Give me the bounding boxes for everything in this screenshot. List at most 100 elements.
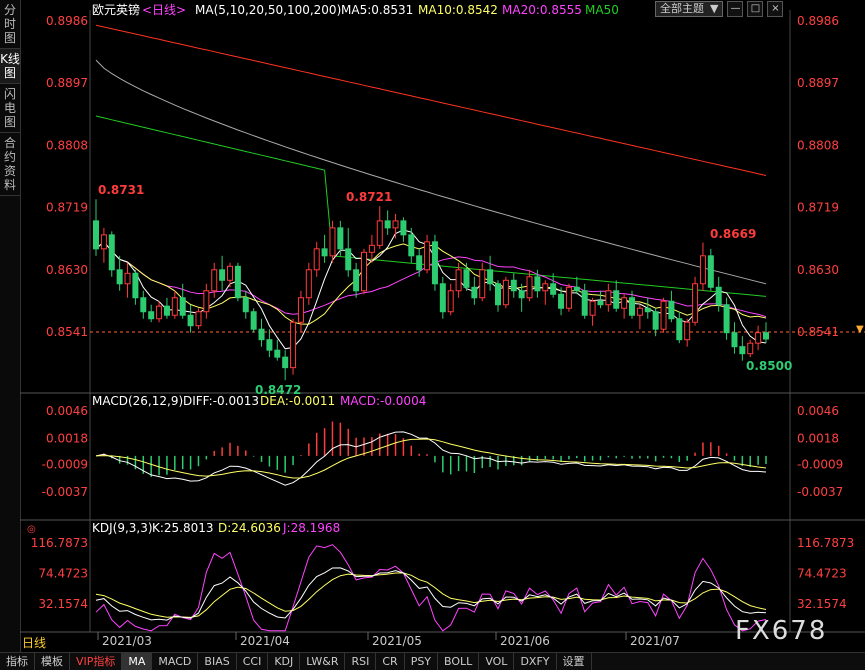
macd-dea-line	[95, 438, 767, 479]
candle-body	[605, 290, 612, 306]
kdj-label: KDJ(9,3,3)	[92, 521, 153, 535]
indicator-tab[interactable]: PSY	[405, 653, 439, 670]
price-tick-right: 0.8630	[797, 263, 839, 277]
candle-body	[219, 269, 226, 281]
price-tick-right: 0.8719	[797, 201, 839, 215]
indicator-tab[interactable]: 设置	[557, 653, 592, 670]
tab-contract-info[interactable]: 合约资料	[0, 133, 20, 196]
candle-body	[581, 290, 588, 316]
candle-body	[676, 318, 683, 341]
ma5-line	[95, 229, 767, 350]
indicator-tab[interactable]: CCI	[237, 653, 269, 670]
candle-body	[636, 307, 643, 316]
candle-body	[431, 241, 438, 285]
candle-body	[337, 227, 344, 250]
candle-body	[550, 283, 557, 295]
minimize-button[interactable]: —	[727, 1, 744, 17]
candle-body	[479, 269, 486, 299]
candle-body	[376, 220, 383, 246]
candle-body	[163, 305, 170, 316]
candle-body	[739, 346, 746, 355]
indicator-tab[interactable]: 指标	[0, 653, 35, 670]
candle-body	[652, 311, 659, 330]
candle-body	[495, 283, 501, 306]
indicator-tab[interactable]: DXFY	[514, 653, 557, 670]
ma50-value: MA50	[585, 3, 619, 17]
ma10-line	[95, 241, 767, 325]
price-tick-left: 0.8719	[46, 201, 88, 215]
ma50-line	[95, 115, 767, 297]
indicator-tab[interactable]: BOLL	[438, 653, 480, 670]
candle-body	[502, 279, 509, 306]
candle-body	[156, 305, 163, 320]
candle-body	[187, 314, 194, 327]
theme-select[interactable]: 全部主题 ▼	[655, 1, 724, 17]
candle-body	[384, 220, 391, 229]
candle-body	[668, 300, 675, 320]
sidebar: 分时图 K线图 闪电图 合约资料	[0, 0, 21, 669]
candle-body	[227, 265, 233, 281]
candle-body	[439, 283, 446, 313]
date-axis: 2021/03 2021/04 2021/05 2021/06 2021/07	[97, 632, 680, 648]
candles	[93, 199, 769, 381]
indicator-tab[interactable]: MACD	[152, 653, 199, 670]
candle-body	[266, 339, 273, 351]
candle-body	[424, 241, 431, 271]
ma-params: MA(5,10,20,50,100,200)	[195, 3, 341, 17]
period-label: <日线>	[142, 3, 186, 17]
price-tick-left: 0.8808	[46, 138, 88, 152]
candle-body	[124, 272, 131, 285]
ma-lines	[95, 24, 767, 350]
ma20-line	[95, 241, 767, 318]
macd-tick-left: 0.0046	[46, 404, 88, 418]
macd-diff: DIFF:-0.0013	[183, 394, 259, 408]
candle-body	[534, 276, 541, 292]
indicator-tab[interactable]: RSI	[345, 653, 377, 670]
macd-tick-left: 0.0018	[46, 431, 88, 445]
indicator-tab[interactable]: 模板	[35, 653, 70, 670]
tab-lightning[interactable]: 闪电图	[0, 84, 20, 133]
ma200-line	[95, 24, 767, 176]
current-price-arrow-icon: ▼	[856, 324, 864, 335]
candle-body	[148, 311, 155, 320]
indicator-tab[interactable]: VIP指标	[70, 653, 123, 670]
indicator-tab[interactable]: MA	[122, 653, 153, 670]
candle-body	[731, 332, 738, 348]
annotation-high-3: 0.8669	[710, 227, 756, 241]
price-tick-right: 0.8808	[797, 138, 839, 152]
macd-tick-right: 0.0046	[797, 404, 839, 418]
price-tick-left: 0.8897	[46, 76, 88, 90]
kdj-k: K:25.8013	[152, 521, 214, 535]
indicator-tab[interactable]: VOL	[479, 653, 515, 670]
restore-button[interactable]: □	[747, 1, 764, 17]
candle-body	[692, 283, 699, 323]
macd-tick-right: 0.0018	[797, 431, 839, 445]
kdj-lines	[95, 544, 767, 632]
candle-body	[297, 297, 304, 323]
tab-kline[interactable]: K线图	[0, 49, 20, 84]
indicator-tab[interactable]: KDJ	[268, 653, 301, 670]
period-selector[interactable]: 日线	[22, 634, 46, 651]
candle-body	[597, 300, 604, 306]
candle-body	[234, 265, 241, 299]
candle-body	[116, 269, 123, 285]
candle-body	[542, 283, 549, 292]
indicator-tab[interactable]: BIAS	[198, 653, 237, 670]
candle-body	[723, 304, 730, 334]
kdj-axis: 116.7873 116.7873 74.4723 74.4723 32.1574 32.…	[31, 536, 855, 611]
kdj-k-line	[95, 567, 767, 621]
candle-body	[573, 286, 580, 292]
macd-lines	[95, 431, 767, 486]
candle-body	[747, 342, 754, 355]
indicator-tab[interactable]: LW&R	[300, 653, 346, 670]
kdj-j-line	[95, 544, 767, 632]
candle-body	[558, 293, 565, 309]
indicator-tab[interactable]: CR	[376, 653, 405, 670]
close-button[interactable]: ×	[767, 1, 784, 17]
candle-body	[715, 286, 722, 306]
macd-tick-left: -0.0009	[42, 458, 88, 472]
kdj-tick-right: 32.1574	[797, 597, 847, 611]
candle-body	[211, 269, 218, 292]
tab-timeshare[interactable]: 分时图	[0, 0, 20, 49]
candle-body	[290, 321, 297, 369]
